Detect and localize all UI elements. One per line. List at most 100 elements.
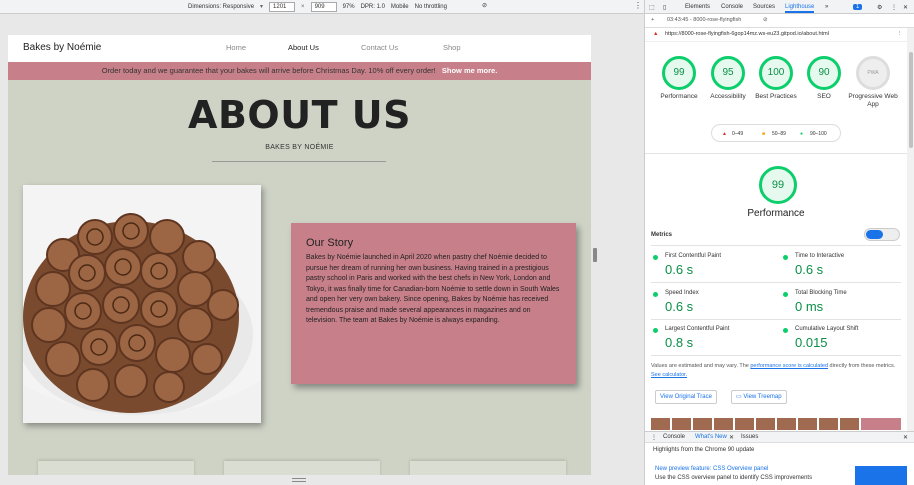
dpr-select[interactable]: DPR: 1.0 (361, 4, 385, 10)
gauge-ring: 90 (807, 56, 841, 90)
whats-new-heading: Highlights from the Chrome 90 update (653, 447, 755, 453)
more-tabs-icon[interactable]: » (825, 4, 828, 10)
legend-pass: 90–100 (810, 131, 827, 137)
promo-link[interactable]: Show me more. (442, 66, 497, 75)
inspect-icon[interactable]: ⬚ (649, 4, 655, 11)
view-original-trace-button[interactable]: View Original Trace (655, 390, 717, 404)
zoom-select[interactable]: 97% (343, 4, 355, 10)
score-legend: ▲ 0–49 ■ 50–89 ● 90–100 (711, 124, 841, 142)
nav-home[interactable]: Home (226, 43, 246, 52)
metric-name: Cumulative Layout Shift (795, 326, 859, 332)
device-type-select[interactable]: Mobile (391, 4, 409, 10)
update-title[interactable]: New preview feature: CSS Overview panel (655, 465, 815, 474)
drawer-tab-whats-new[interactable]: What's New (695, 434, 727, 440)
tab-sources[interactable]: Sources (753, 4, 775, 10)
metrics-divider (651, 319, 901, 320)
cake-image (23, 185, 261, 423)
legend-fail: 0–49 (732, 131, 744, 137)
update-description: Use the CSS overview panel to identify C… (655, 475, 813, 481)
filmstrip-frame (672, 418, 693, 430)
promo-banner: Order today and we guarantee that your b… (8, 62, 591, 80)
dimensions-select[interactable]: Dimensions: Responsive (188, 4, 254, 10)
tab-lighthouse[interactable]: Lighthouse (785, 4, 815, 13)
score-seo[interactable]: 90 SEO (799, 56, 849, 101)
gauge-label: Accessibility (710, 93, 746, 100)
gauge-label: Best Practices (755, 93, 797, 100)
update-thumbnail (855, 466, 907, 485)
filmstrip-frame (714, 418, 735, 430)
view-treemap-button[interactable]: ▭ View Treemap (731, 390, 787, 404)
drawer-menu-icon[interactable]: ⋮ (651, 434, 657, 441)
metric-value: 0.6 s (795, 262, 824, 277)
width-input[interactable]: 1201 (269, 1, 296, 12)
url-bar: ▲ https://8000-rose-flyingfish-6gop14mz.… (645, 28, 907, 42)
gauge-label: Performance (660, 93, 698, 100)
page-subtitle: BAKES BY NOÉMIE (265, 144, 334, 151)
filmstrip-frame (651, 418, 672, 430)
nav-about[interactable]: About Us (288, 43, 319, 52)
score-calc-link[interactable]: performance score is calculated (750, 363, 828, 369)
our-story-card: Our Story Bakes by Noémie launched in Ap… (291, 223, 576, 384)
pass-dot-icon (783, 328, 788, 333)
title-divider (212, 161, 386, 162)
lighthouse-toolbar: + 03:43:45 - 8000-rose-flyingfish ⊘ (645, 14, 914, 28)
gauge-ring: 95 (711, 56, 745, 90)
story-heading: Our Story (306, 237, 354, 249)
scrollbar-thumb[interactable] (909, 52, 913, 148)
audited-url[interactable]: https://8000-rose-flyingfish-6gop14mz.ws… (665, 31, 829, 37)
metric-name: Speed Index (665, 290, 699, 296)
site-page: Bakes by Noémie Home About Us Contact Us… (8, 35, 591, 475)
metric-value: 0 ms (795, 299, 824, 314)
metrics-divider (651, 245, 901, 246)
more-options-icon[interactable]: ⋮ (634, 1, 642, 10)
height-input[interactable]: 909 (310, 1, 337, 12)
more-options-icon[interactable]: ⋮ (897, 31, 903, 37)
filmstrip-frame (777, 418, 798, 430)
filmstrip (651, 418, 901, 430)
drawer-tab-console[interactable]: Console (663, 434, 685, 440)
rotate-icon[interactable]: ⊘ (482, 2, 487, 9)
page-title: ABOUT US (188, 93, 411, 137)
tab-elements[interactable]: Elements (685, 4, 710, 10)
resize-handle-right[interactable] (593, 248, 597, 262)
site-brand[interactable]: Bakes by Noémie (23, 42, 101, 53)
tab-console[interactable]: Console (721, 4, 743, 10)
add-icon[interactable]: + (651, 17, 654, 23)
score-performance[interactable]: 99 Performance (654, 56, 704, 101)
settings-icon[interactable]: ⚙ (877, 4, 882, 11)
score-accessibility[interactable]: 95 Accessibility (703, 56, 753, 101)
see-calculator-link[interactable]: See calculator. (651, 372, 687, 378)
note-text: Values are estimated and may vary. The (651, 363, 749, 369)
throttle-select[interactable]: No throttling (415, 4, 447, 10)
metrics-view-toggle[interactable] (864, 228, 900, 241)
lock-icon: ▲ (653, 31, 659, 37)
resize-handle-bottom[interactable] (292, 478, 306, 482)
feature-card (224, 461, 380, 475)
filmstrip-frame (840, 418, 861, 430)
close-icon[interactable]: ✕ (729, 434, 734, 441)
more-options-icon[interactable]: ⋮ (891, 4, 897, 11)
report-select[interactable]: 03:43:45 - 8000-rose-flyingfish (667, 17, 741, 23)
nav-shop[interactable]: Shop (443, 43, 461, 52)
legend-average: 50–89 (772, 131, 786, 137)
filmstrip-frame (735, 418, 756, 430)
issues-badge[interactable]: 1 (853, 4, 863, 10)
drawer-tab-issues[interactable]: Issues (741, 434, 758, 440)
close-icon[interactable]: ✕ (903, 4, 908, 11)
score-pwa[interactable]: PWA Progressive Web App (848, 56, 898, 109)
nav-contact[interactable]: Contact Us (361, 43, 398, 52)
devtools-scrollbar[interactable] (907, 28, 914, 431)
close-drawer-icon[interactable]: ✕ (903, 434, 908, 441)
filmstrip-frame (819, 418, 840, 430)
update-card[interactable]: New preview feature: CSS Overview panel … (655, 465, 815, 483)
clear-icon[interactable]: ⊘ (763, 17, 768, 23)
section-divider (645, 153, 907, 154)
gauge-ring: 100 (759, 56, 793, 90)
metric-name: Largest Contentful Paint (665, 326, 730, 332)
times-sign: × (301, 3, 305, 10)
feature-card (38, 461, 194, 475)
metrics-divider (651, 355, 901, 356)
score-best-practices[interactable]: 100 Best Practices (751, 56, 801, 101)
filmstrip-frame (693, 418, 714, 430)
device-toggle-icon[interactable]: ▯ (663, 4, 666, 11)
